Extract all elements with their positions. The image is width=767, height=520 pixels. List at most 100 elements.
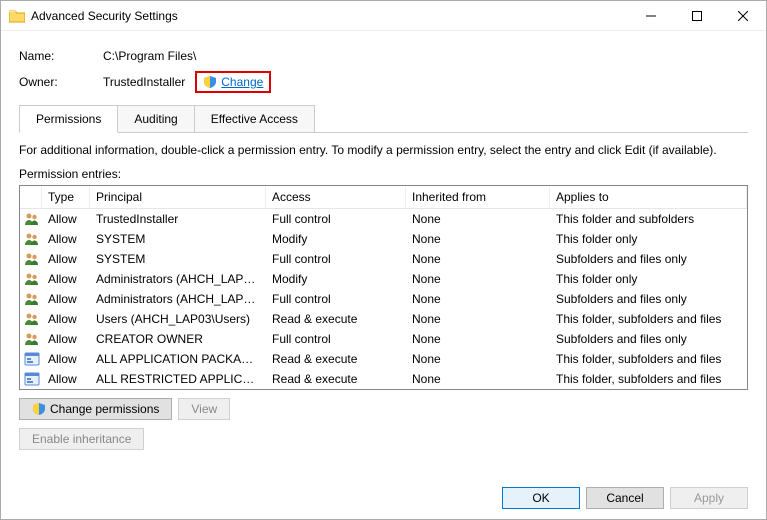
cell-type: Allow — [42, 311, 90, 327]
ok-button[interactable]: OK — [502, 487, 580, 509]
cell-applies: Subfolders and files only — [550, 291, 747, 307]
table-row[interactable]: AllowSYSTEMFull controlNoneSubfolders an… — [20, 249, 747, 269]
cell-applies: This folder, subfolders and files — [550, 351, 747, 367]
security-settings-window: Advanced Security Settings Name: C:\Prog… — [0, 0, 767, 520]
cell-principal: Administrators (AHCH_LAP03… — [90, 271, 266, 287]
cell-inherited: None — [406, 211, 550, 227]
group-icon — [22, 331, 42, 347]
group-icon — [22, 231, 42, 247]
window-controls — [628, 1, 766, 30]
cell-type: Allow — [42, 351, 90, 367]
cell-applies: This folder only — [550, 231, 747, 247]
col-principal[interactable]: Principal — [90, 186, 266, 208]
cell-inherited: None — [406, 251, 550, 267]
cell-applies: Subfolders and files only — [550, 331, 747, 347]
cell-access: Read & execute — [266, 311, 406, 327]
cell-type: Allow — [42, 371, 90, 387]
cell-type: Allow — [42, 271, 90, 287]
tab-auditing[interactable]: Auditing — [117, 105, 194, 132]
tab-permissions[interactable]: Permissions — [19, 105, 118, 133]
shield-icon — [203, 75, 217, 89]
group-icon — [22, 271, 42, 287]
cell-inherited: None — [406, 291, 550, 307]
cell-access: Full control — [266, 291, 406, 307]
change-owner-link[interactable]: Change — [221, 75, 263, 89]
view-button[interactable]: View — [178, 398, 230, 420]
cell-principal: TrustedInstaller — [90, 211, 266, 227]
cancel-button[interactable]: Cancel — [586, 487, 664, 509]
permission-table: Type Principal Access Inherited from App… — [19, 185, 748, 390]
titlebar: Advanced Security Settings — [1, 1, 766, 31]
apply-button[interactable]: Apply — [670, 487, 748, 509]
cell-access: Modify — [266, 271, 406, 287]
action-buttons: Change permissions View — [19, 398, 748, 420]
cell-principal: SYSTEM — [90, 251, 266, 267]
cell-access: Read & execute — [266, 371, 406, 387]
app-package-icon — [22, 371, 42, 387]
change-permissions-label: Change permissions — [50, 402, 159, 416]
cell-applies: This folder and subfolders — [550, 211, 747, 227]
folder-icon — [9, 9, 25, 23]
change-permissions-button[interactable]: Change permissions — [19, 398, 172, 420]
col-applies[interactable]: Applies to — [550, 186, 747, 208]
cell-principal: CREATOR OWNER — [90, 331, 266, 347]
cell-principal: SYSTEM — [90, 231, 266, 247]
cell-inherited: None — [406, 311, 550, 327]
app-package-icon — [22, 351, 42, 367]
cell-access: Full control — [266, 251, 406, 267]
name-value: C:\Program Files\ — [103, 49, 196, 63]
col-icon[interactable] — [20, 186, 42, 208]
col-access[interactable]: Access — [266, 186, 406, 208]
tab-bar: Permissions Auditing Effective Access — [19, 105, 748, 133]
cell-access: Full control — [266, 211, 406, 227]
cell-inherited: None — [406, 371, 550, 387]
dialog-footer: OK Cancel Apply — [19, 477, 748, 509]
col-type[interactable]: Type — [42, 186, 90, 208]
col-inherited[interactable]: Inherited from — [406, 186, 550, 208]
owner-value: TrustedInstaller — [103, 75, 185, 89]
table-row[interactable]: AllowCREATOR OWNERFull controlNoneSubfol… — [20, 329, 747, 349]
tab-effective-access[interactable]: Effective Access — [194, 105, 315, 132]
content-area: Name: C:\Program Files\ Owner: TrustedIn… — [1, 31, 766, 519]
cell-type: Allow — [42, 251, 90, 267]
cell-type: Allow — [42, 211, 90, 227]
cell-applies: This folder only — [550, 271, 747, 287]
table-row[interactable]: AllowSYSTEMModifyNoneThis folder only — [20, 229, 747, 249]
cell-applies: This folder, subfolders and files — [550, 311, 747, 327]
cell-inherited: None — [406, 331, 550, 347]
group-icon — [22, 211, 42, 227]
cell-type: Allow — [42, 291, 90, 307]
shield-icon — [32, 402, 46, 416]
cell-access: Full control — [266, 331, 406, 347]
entries-label: Permission entries: — [19, 167, 748, 181]
table-row[interactable]: AllowAdministrators (AHCH_LAP03…ModifyNo… — [20, 269, 747, 289]
table-row[interactable]: AllowAdministrators (AHCH_LAP03…Full con… — [20, 289, 747, 309]
group-icon — [22, 251, 42, 267]
minimize-button[interactable] — [628, 1, 674, 30]
table-header: Type Principal Access Inherited from App… — [20, 186, 747, 209]
maximize-button[interactable] — [674, 1, 720, 30]
cell-inherited: None — [406, 351, 550, 367]
table-row[interactable]: AllowUsers (AHCH_LAP03\Users)Read & exec… — [20, 309, 747, 329]
cell-type: Allow — [42, 331, 90, 347]
cell-principal: Administrators (AHCH_LAP03… — [90, 291, 266, 307]
table-row[interactable]: AllowTrustedInstallerFull controlNoneThi… — [20, 209, 747, 229]
group-icon — [22, 291, 42, 307]
info-text: For additional information, double-click… — [19, 143, 748, 157]
window-title: Advanced Security Settings — [31, 9, 628, 23]
cell-principal: ALL APPLICATION PACKAGES — [90, 351, 266, 367]
cell-principal: ALL RESTRICTED APPLICATIO… — [90, 371, 266, 387]
inheritance-buttons: Enable inheritance — [19, 428, 748, 450]
header-fields: Name: C:\Program Files\ Owner: TrustedIn… — [19, 43, 748, 95]
table-row[interactable]: AllowALL RESTRICTED APPLICATIO…Read & ex… — [20, 369, 747, 389]
cell-applies: This folder, subfolders and files — [550, 371, 747, 387]
cell-inherited: None — [406, 231, 550, 247]
table-row[interactable]: AllowALL APPLICATION PACKAGESRead & exec… — [20, 349, 747, 369]
cell-applies: Subfolders and files only — [550, 251, 747, 267]
enable-inheritance-button[interactable]: Enable inheritance — [19, 428, 144, 450]
owner-label: Owner: — [19, 75, 103, 89]
cell-type: Allow — [42, 231, 90, 247]
cell-access: Read & execute — [266, 351, 406, 367]
close-button[interactable] — [720, 1, 766, 30]
name-label: Name: — [19, 49, 103, 63]
